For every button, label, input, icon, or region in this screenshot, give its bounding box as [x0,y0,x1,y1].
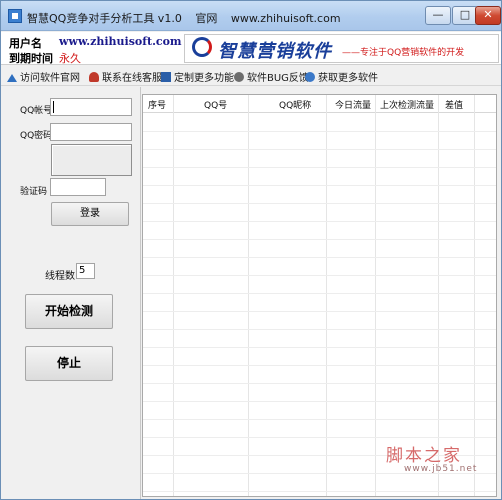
watermark-url: www.jb51.net [404,464,478,474]
stop-button[interactable]: 停止 [25,346,113,381]
row-gridline [143,437,496,438]
toolbar-visit-site[interactable]: 访问软件官网 [7,69,80,84]
toolbar-custom-features[interactable]: 定制更多功能 [161,69,234,84]
row-gridline [143,257,496,258]
close-button[interactable]: ✕ [475,6,501,25]
expire-label: 到期时间 [9,52,53,65]
row-gridline [143,419,496,420]
official-label: 官网 [195,12,218,25]
toolbar-item-label: 软件BUG反馈 [247,73,309,84]
row-gridline [143,311,496,312]
toolbar-contact-service[interactable]: 联系在线客服 [89,69,162,84]
brand-banner[interactable]: 智慧营销软件 ——专注于QQ营销软件的开发 [184,34,499,63]
login-button[interactable]: 登录 [51,202,129,226]
home-icon [7,74,17,82]
toolbar-more-software[interactable]: 获取更多软件 [305,69,378,84]
row-gridline [143,491,496,492]
row-gridline [143,167,496,168]
watermark-text: 脚本之家 [386,446,462,466]
row-gridline [143,347,496,348]
download-icon [305,72,315,82]
row-gridline [143,329,496,330]
result-table[interactable]: 序号 QQ号 QQ昵称 今日流量 上次检测流量 差值 [142,94,497,497]
captcha-label: 验证码 [20,187,48,197]
row-gridline [143,275,496,276]
app-window: 智慧QQ竞争对手分析工具 v1.0 官网 www.zhihuisoft.com … [0,0,502,500]
row-gridline [143,365,496,366]
column-header[interactable]: 今日流量 [335,98,371,111]
column-header[interactable]: 上次检测流量 [380,98,434,111]
row-gridline [143,293,496,294]
qq-password-label: QQ密码 [20,131,53,141]
captcha-input[interactable] [50,178,106,196]
brand-name: 智慧营销软件 [218,41,332,62]
row-gridline [143,149,496,150]
captcha-image[interactable] [51,144,132,176]
table-header: 序号 QQ号 QQ昵称 今日流量 上次检测流量 差值 [143,95,496,113]
toolbar-bug-feedback[interactable]: 软件BUG反馈 [234,69,309,84]
column-header[interactable]: 序号 [148,98,166,111]
thread-count-input[interactable]: 5 [76,263,95,279]
toolbar-item-label: 获取更多软件 [318,73,378,84]
qq-account-label: QQ帐号 [20,106,53,116]
user-icon [89,72,99,82]
official-url: www.zhihuisoft.com [230,12,341,25]
row-gridline [143,401,496,402]
minimize-button[interactable]: — [425,6,451,25]
start-detect-button[interactable]: 开始检测 [25,294,113,329]
bug-icon [234,72,244,82]
row-gridline [143,131,496,132]
brand-slogan: ——专注于QQ营销软件的开发 [342,48,465,58]
function-icon [161,72,171,82]
row-gridline [143,221,496,222]
qq-account-input[interactable] [50,98,132,116]
row-gridline [143,185,496,186]
toolbar: 访问软件官网 联系在线客服 定制更多功能 软件BUG反馈 获取更多软件 [1,65,501,86]
toolbar-item-label: 访问软件官网 [20,73,80,84]
title-bar[interactable]: 智慧QQ竞争对手分析工具 v1.0 官网 www.zhihuisoft.com … [1,1,501,31]
site-watermark: 脚本之家 www.jb51.net [376,441,496,481]
column-header[interactable]: QQ号 [204,98,227,111]
column-header[interactable]: 差值 [445,98,463,111]
brand-logo-icon [192,37,212,57]
toolbar-item-label: 联系在线客服 [102,73,162,84]
row-gridline [143,239,496,240]
row-gridline [143,383,496,384]
qq-password-input[interactable] [50,123,132,141]
control-panel: QQ帐号 QQ密码 验证码 登录 线程数 5 开始检测 停止 [1,87,141,499]
expire-value: 永久 [59,52,81,65]
column-header[interactable]: QQ昵称 [279,98,311,111]
user-value: www.zhihuisoft.com [59,35,182,48]
panel-divider [140,87,141,499]
app-title: 智慧QQ竞争对手分析工具 v1.0 [27,12,182,25]
window-title: 智慧QQ竞争对手分析工具 v1.0 官网 www.zhihuisoft.com [27,10,351,26]
header-banner: 用户名 www.zhihuisoft.com 到期时间 永久 智慧营销软件 ——… [1,32,501,65]
toolbar-item-label: 定制更多功能 [174,73,234,84]
row-gridline [143,203,496,204]
text-caret [53,101,54,113]
user-label: 用户名 [9,37,42,50]
app-icon [8,9,22,23]
thread-count-label: 线程数 [45,271,75,282]
